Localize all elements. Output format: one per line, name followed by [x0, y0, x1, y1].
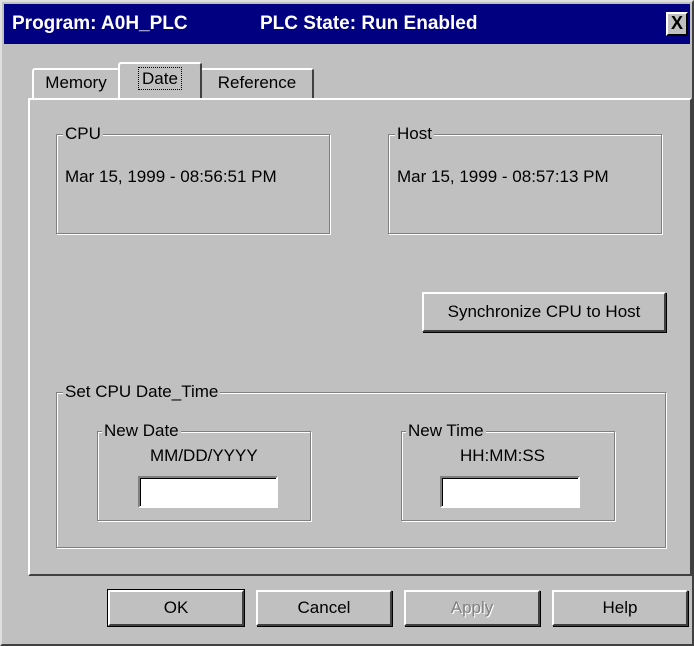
- new-date-input[interactable]: [138, 476, 278, 508]
- help-button[interactable]: Help: [552, 590, 688, 626]
- dialog-window: Program: A0H_PLC PLC State: Run Enabled …: [0, 0, 694, 646]
- host-group-label: Host: [395, 124, 434, 144]
- tab-date[interactable]: Date: [118, 62, 202, 98]
- cpu-group: CPU Mar 15, 1999 - 08:56:51 PM: [56, 124, 330, 234]
- synchronize-cpu-button[interactable]: Synchronize CPU to Host: [422, 292, 666, 332]
- date-format-hint: MM/DD/YYYY: [150, 446, 258, 465]
- help-button-label: Help: [602, 598, 638, 617]
- new-date-label: New Date: [102, 421, 181, 441]
- tab-date-label: Date: [138, 67, 182, 90]
- set-cpu-datetime-group: Set CPU Date_Time New Date MM/DD/YYYY Ne…: [56, 382, 666, 548]
- new-date-group: New Date MM/DD/YYYY: [97, 421, 311, 521]
- title-bar[interactable]: Program: A0H_PLC PLC State: Run Enabled …: [4, 4, 690, 44]
- plc-state-title: PLC State: Run Enabled: [260, 13, 478, 34]
- time-format-hint: HH:MM:SS: [460, 446, 545, 465]
- cancel-button-label: Cancel: [297, 598, 351, 617]
- new-time-label: New Time: [406, 421, 486, 441]
- apply-button-label: Apply: [450, 598, 494, 617]
- cpu-group-label: CPU: [63, 124, 103, 144]
- tab-memory-label: Memory: [45, 73, 107, 92]
- apply-button[interactable]: Apply: [404, 590, 540, 626]
- tab-memory[interactable]: Memory: [32, 68, 120, 98]
- tab-reference[interactable]: Reference: [200, 68, 314, 98]
- close-button[interactable]: X: [666, 12, 688, 36]
- cpu-datetime: Mar 15, 1999 - 08:56:51 PM: [65, 167, 277, 186]
- program-title: Program: A0H_PLC: [12, 13, 188, 34]
- synchronize-cpu-button-label: Synchronize CPU to Host: [447, 302, 641, 321]
- host-group: Host Mar 15, 1999 - 08:57:13 PM: [388, 124, 662, 234]
- tab-reference-label: Reference: [217, 73, 297, 92]
- ok-button[interactable]: OK: [107, 589, 245, 627]
- ok-button-label: OK: [163, 598, 189, 617]
- new-time-group: New Time HH:MM:SS: [401, 421, 615, 521]
- date-tab-panel: CPU Mar 15, 1999 - 08:56:51 PM Host Mar …: [28, 98, 692, 576]
- new-time-input[interactable]: [440, 476, 580, 508]
- host-datetime: Mar 15, 1999 - 08:57:13 PM: [397, 167, 609, 186]
- close-icon: X: [670, 13, 683, 33]
- set-cpu-datetime-label: Set CPU Date_Time: [63, 382, 221, 402]
- cancel-button[interactable]: Cancel: [256, 590, 392, 626]
